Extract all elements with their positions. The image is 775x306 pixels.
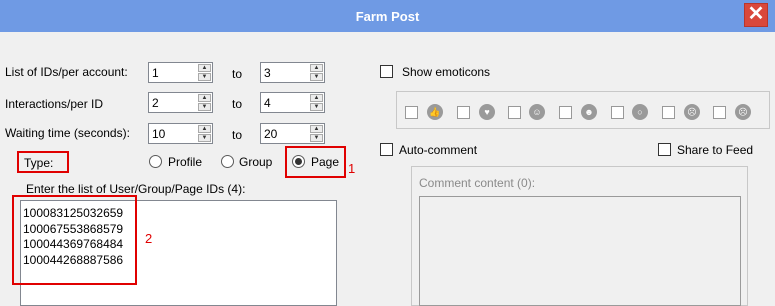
annotation-marker-1: 1 xyxy=(348,161,356,176)
wow-icon: ○ xyxy=(632,104,648,120)
radio-profile-label[interactable]: Profile xyxy=(168,155,202,169)
annotation-marker-2: 2 xyxy=(145,231,153,246)
radio-group-label[interactable]: Group xyxy=(239,155,272,169)
spin-up-icon[interactable]: ▲ xyxy=(198,94,211,102)
spinner-value[interactable]: 10 xyxy=(152,127,165,141)
show-emoticons-label[interactable]: Show emoticons xyxy=(402,65,490,79)
waiting-time-from-spinner[interactable]: 10 ▲ ▼ xyxy=(148,123,213,144)
share-to-feed-checkbox[interactable] xyxy=(658,143,671,156)
spin-up-icon[interactable]: ▲ xyxy=(198,64,211,72)
spinner-value[interactable]: 1 xyxy=(152,66,159,80)
waiting-time-to-spinner[interactable]: 20 ▲ ▼ xyxy=(260,123,325,144)
interactions-per-id-label: Interactions/per ID xyxy=(5,97,104,111)
radio-profile[interactable] xyxy=(149,155,162,168)
type-label: Type: xyxy=(24,156,54,170)
show-emoticons-checkbox[interactable] xyxy=(380,65,393,78)
spin-down-icon[interactable]: ▼ xyxy=(198,103,211,111)
spinner-value[interactable]: 3 xyxy=(264,66,271,80)
emoticon-checkbox[interactable] xyxy=(508,106,521,119)
id-list-label: Enter the list of User/Group/Page IDs (4… xyxy=(26,182,246,196)
emoticon-checkbox[interactable] xyxy=(662,106,675,119)
to-label: to xyxy=(232,97,243,111)
spin-up-icon[interactable]: ▲ xyxy=(310,125,323,133)
spin-down-icon[interactable]: ▼ xyxy=(310,103,323,111)
to-label: to xyxy=(232,128,243,142)
to-label: to xyxy=(232,67,243,81)
spin-up-icon[interactable]: ▲ xyxy=(198,125,211,133)
ids-per-account-to-spinner[interactable]: 3 ▲ ▼ xyxy=(260,62,325,83)
spin-down-icon[interactable]: ▼ xyxy=(310,134,323,142)
angry-icon: ☹ xyxy=(735,104,751,120)
emoticon-checkbox[interactable] xyxy=(457,106,470,119)
auto-comment-checkbox[interactable] xyxy=(380,143,393,156)
share-to-feed-label[interactable]: Share to Feed xyxy=(677,143,753,157)
spin-down-icon[interactable]: ▼ xyxy=(198,73,211,81)
comment-content-label: Comment content (0): xyxy=(419,176,536,190)
interactions-to-spinner[interactable]: 4 ▲ ▼ xyxy=(260,92,325,113)
radio-group[interactable] xyxy=(221,155,234,168)
close-icon: ✕ xyxy=(747,3,765,25)
haha-icon: ☻ xyxy=(581,104,597,120)
auto-comment-label[interactable]: Auto-comment xyxy=(399,143,477,157)
emoticon-checkbox[interactable] xyxy=(713,106,726,119)
emoticon-checkbox[interactable] xyxy=(559,106,572,119)
spin-up-icon[interactable]: ▲ xyxy=(310,64,323,72)
emoticons-group: 👍 ♥ ☺ ☻ ○ ☹ ☹ xyxy=(396,91,770,129)
spin-up-icon[interactable]: ▲ xyxy=(310,94,323,102)
window-title: Farm Post xyxy=(355,9,420,24)
spinner-value[interactable]: 20 xyxy=(264,127,277,141)
like-icon: 👍 xyxy=(427,104,443,120)
title-bar: Farm Post ✕ xyxy=(0,0,775,32)
interactions-from-spinner[interactable]: 2 ▲ ▼ xyxy=(148,92,213,113)
sad-icon: ☹ xyxy=(684,104,700,120)
spin-down-icon[interactable]: ▼ xyxy=(198,134,211,142)
emoticon-checkbox[interactable] xyxy=(405,106,418,119)
spinner-value[interactable]: 4 xyxy=(264,96,271,110)
spin-down-icon[interactable]: ▼ xyxy=(310,73,323,81)
hug-icon: ☺ xyxy=(529,104,545,120)
radio-page-label[interactable]: Page xyxy=(311,155,339,169)
waiting-time-label: Waiting time (seconds): xyxy=(5,126,130,140)
comment-content-textarea[interactable] xyxy=(419,196,741,306)
close-button[interactable]: ✕ xyxy=(744,3,768,27)
emoticon-checkbox[interactable] xyxy=(611,106,624,119)
ids-per-account-from-spinner[interactable]: 1 ▲ ▼ xyxy=(148,62,213,83)
spinner-value[interactable]: 2 xyxy=(152,96,159,110)
heart-icon: ♥ xyxy=(479,104,495,120)
annotation-box-ids xyxy=(12,195,137,285)
ids-per-account-label: List of IDs/per account: xyxy=(5,65,128,79)
radio-page[interactable] xyxy=(292,155,305,168)
